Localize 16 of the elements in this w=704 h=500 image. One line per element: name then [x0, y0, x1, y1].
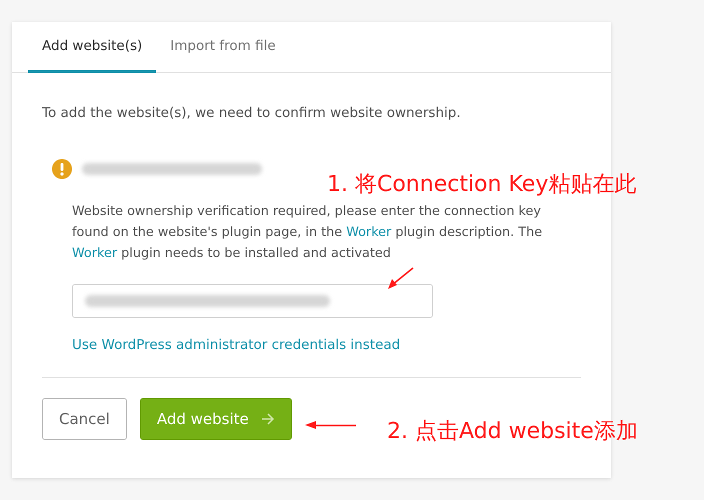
verification-text: Website ownership verification required, please enter the connection key found on the website's plugin page, in the Worker plugin description. The Worker plugin needs to be installed and activated — [72, 203, 544, 263]
cancel-button[interactable]: Cancel — [42, 398, 127, 440]
tab[interactable]: Import from file — [156, 22, 290, 73]
tab[interactable]: Add website(s) — [28, 22, 156, 73]
connection-key-field[interactable] — [72, 284, 433, 318]
worker-link[interactable]: Worker — [72, 246, 118, 261]
annotation-arrow — [386, 267, 416, 291]
annotation-text: 2. 点击Add website添加 — [387, 418, 638, 446]
annotation-arrow — [304, 420, 358, 430]
add-website-button[interactable]: Add website — [140, 398, 292, 440]
credentials-link[interactable]: Use WordPress administrator credentials instead — [72, 337, 400, 353]
worker-link[interactable]: Worker — [346, 225, 392, 240]
intro-text: To add the website(s), we need to confirm website ownership. — [42, 105, 462, 121]
arrow-right-icon — [260, 413, 275, 425]
warning-icon — [52, 159, 72, 179]
annotation-text: 1. 将Connection Key粘贴在此 — [327, 171, 636, 199]
